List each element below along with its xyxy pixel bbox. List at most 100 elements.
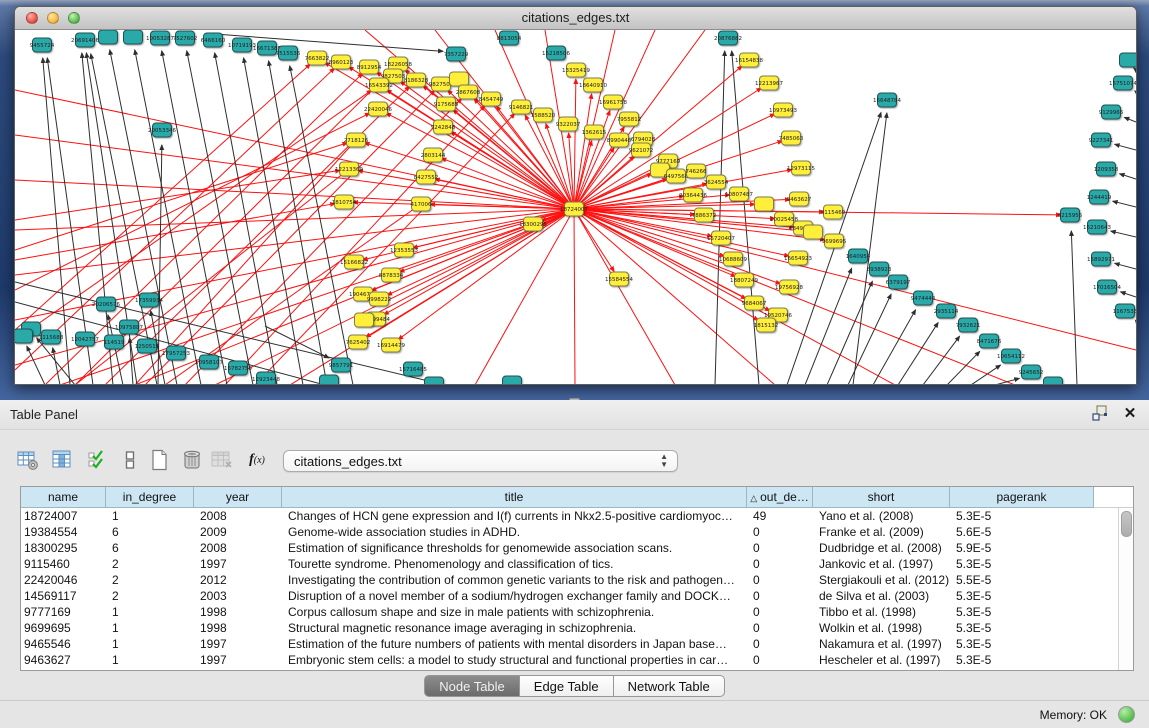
citation-edge-black[interactable] bbox=[1135, 91, 1136, 92]
graph-node[interactable]: 8990448 bbox=[607, 133, 632, 147]
graph-node[interactable]: 7886372 bbox=[692, 208, 717, 222]
graph-node[interactable]: 20876882 bbox=[714, 31, 742, 45]
graph-node[interactable]: 7515536 bbox=[276, 46, 301, 60]
tab-network-table[interactable]: Network Table bbox=[613, 675, 725, 697]
graph-node[interactable]: 9322037 bbox=[556, 117, 581, 131]
citation-edge-black[interactable] bbox=[1124, 117, 1136, 122]
graph-node[interactable] bbox=[450, 72, 469, 86]
graph-node[interactable]: 2935114 bbox=[934, 304, 959, 318]
citation-edge-black[interactable] bbox=[947, 351, 980, 385]
graph-node[interactable]: 9474444 bbox=[911, 291, 936, 305]
citation-edge-black[interactable] bbox=[27, 346, 45, 385]
graph-node[interactable]: 8878334 bbox=[379, 268, 404, 282]
delete-table-icon[interactable] bbox=[208, 446, 236, 474]
graph-node[interactable]: 9245652 bbox=[1019, 365, 1044, 379]
graph-node[interactable]: 16961758 bbox=[599, 95, 627, 109]
graph-node[interactable]: 10807487 bbox=[725, 187, 753, 201]
graph-node[interactable]: 10654112 bbox=[997, 349, 1025, 363]
table-row[interactable]: 1872400712008Changes of HCN gene express… bbox=[21, 508, 1133, 524]
graph-node[interactable]: 12213967 bbox=[755, 76, 783, 90]
table-settings-icon[interactable] bbox=[14, 446, 42, 474]
graph-node[interactable]: 15716485 bbox=[399, 362, 427, 376]
graph-node[interactable] bbox=[1044, 377, 1063, 385]
graph-node[interactable]: 9857791 bbox=[329, 358, 354, 372]
graph-node[interactable]: 20364436 bbox=[679, 188, 707, 202]
citation-edge-red[interactable] bbox=[15, 135, 574, 209]
graph-node[interactable]: 12353553 bbox=[390, 243, 418, 257]
graph-node[interactable]: 9684067 bbox=[742, 296, 767, 310]
graph-node[interactable]: 7625402 bbox=[346, 335, 371, 349]
graph-node[interactable]: 1810754 bbox=[332, 195, 357, 209]
tab-edge-table[interactable]: Edge Table bbox=[519, 675, 614, 697]
citation-edge-red[interactable] bbox=[215, 209, 574, 385]
close-window-button[interactable] bbox=[26, 12, 38, 24]
graph-node[interactable]: 16654923 bbox=[784, 251, 812, 265]
graph-node[interactable]: 7485063 bbox=[779, 131, 804, 145]
graph-node[interactable]: 2867608 bbox=[456, 85, 481, 99]
graph-node[interactable]: 1250515 bbox=[135, 339, 160, 353]
show-columns-icon[interactable] bbox=[48, 446, 76, 474]
citation-edge-black[interactable] bbox=[873, 310, 916, 385]
graph-node[interactable]: 1209358 bbox=[1094, 162, 1119, 176]
graph-node[interactable]: 12213369 bbox=[335, 162, 363, 176]
close-panel-icon[interactable]: ✕ bbox=[1121, 405, 1139, 423]
citation-edge-red[interactable] bbox=[574, 209, 1015, 385]
graph-node[interactable]: 6466160 bbox=[201, 33, 226, 47]
graph-node[interactable]: 15892971 bbox=[1087, 252, 1115, 266]
network-canvas[interactable]: 9455724206914061005328775276026466160107… bbox=[15, 30, 1136, 384]
scrollbar-thumb[interactable] bbox=[1121, 511, 1132, 537]
graph-node[interactable]: 20206576 bbox=[92, 297, 120, 311]
graph-node[interactable]: 18807249 bbox=[730, 273, 758, 287]
graph-node[interactable]: 10975887 bbox=[115, 320, 143, 334]
graph-node[interactable]: 7932621 bbox=[956, 318, 981, 332]
delete-column-icon[interactable] bbox=[178, 446, 206, 474]
column-header-in_degree[interactable]: in_degree bbox=[106, 487, 194, 508]
graph-node[interactable]: 16648784 bbox=[873, 93, 901, 107]
graph-node[interactable]: 9463627 bbox=[787, 192, 812, 206]
column-header-title[interactable]: title bbox=[282, 487, 747, 508]
citation-edge-black[interactable] bbox=[971, 365, 1001, 385]
citation-edge-black[interactable] bbox=[1134, 68, 1136, 70]
citation-edge-black[interactable] bbox=[135, 50, 201, 385]
citation-edge-black[interactable] bbox=[805, 268, 852, 385]
graph-node[interactable]: 7527602 bbox=[173, 31, 198, 45]
graph-node[interactable]: 9242848 bbox=[431, 120, 456, 134]
graph-node[interactable]: 2803144 bbox=[421, 148, 446, 162]
graph-node[interactable]: 9129966 bbox=[1099, 105, 1124, 119]
zoom-window-button[interactable] bbox=[68, 12, 80, 24]
graph-node[interactable]: 9115460 bbox=[821, 205, 846, 219]
graph-node[interactable]: 8938923 bbox=[867, 262, 892, 276]
graph-node[interactable]: 114519 bbox=[104, 335, 125, 349]
citation-network-graph[interactable]: 9455724206914061005328775276026466160107… bbox=[15, 30, 1136, 385]
graph-node[interactable]: 746266 bbox=[686, 164, 707, 178]
graph-node[interactable]: 8427552 bbox=[414, 170, 439, 184]
create-column-icon[interactable] bbox=[146, 446, 174, 474]
graph-node[interactable] bbox=[99, 30, 118, 44]
table-row[interactable]: 946554611997Estimation of the future num… bbox=[21, 636, 1133, 652]
graph-node[interactable]: 1115688 bbox=[39, 330, 64, 344]
column-header-short[interactable]: short bbox=[813, 487, 950, 508]
citation-edge-red[interactable] bbox=[451, 132, 574, 209]
column-header-out_de[interactable]: △out_de… bbox=[747, 487, 813, 508]
graph-node[interactable]: 17016504 bbox=[1093, 280, 1121, 294]
citation-edge-red[interactable] bbox=[398, 209, 574, 340]
citation-edge-red[interactable] bbox=[574, 30, 615, 209]
citation-edge-black[interactable] bbox=[1121, 292, 1136, 297]
graph-node[interactable]: 9227341 bbox=[1089, 133, 1114, 147]
citation-edge-black[interactable] bbox=[1111, 231, 1136, 237]
column-header-pagerank[interactable]: pagerank bbox=[950, 487, 1094, 508]
graph-node[interactable]: 1167533 bbox=[1113, 304, 1136, 318]
select-columns-icon[interactable] bbox=[84, 446, 112, 474]
citation-edge-red[interactable] bbox=[386, 113, 574, 209]
graph-node[interactable]: 15751074 bbox=[1109, 76, 1136, 90]
citation-edge-black[interactable] bbox=[715, 51, 725, 385]
graph-node[interactable]: 12973115 bbox=[787, 161, 815, 175]
graph-node[interactable]: 7357229 bbox=[444, 47, 469, 61]
graph-node[interactable]: 417006 bbox=[411, 197, 432, 211]
table-row[interactable]: 2242004622012Investigating the contribut… bbox=[21, 572, 1133, 588]
graph-node[interactable]: 13325419 bbox=[562, 63, 590, 77]
graph-node[interactable]: 1588520 bbox=[531, 108, 556, 122]
graph-node[interactable]: 20691406 bbox=[71, 33, 99, 47]
graph-node[interactable]: 15218506 bbox=[542, 46, 570, 60]
row-selector-icon[interactable] bbox=[116, 446, 144, 474]
